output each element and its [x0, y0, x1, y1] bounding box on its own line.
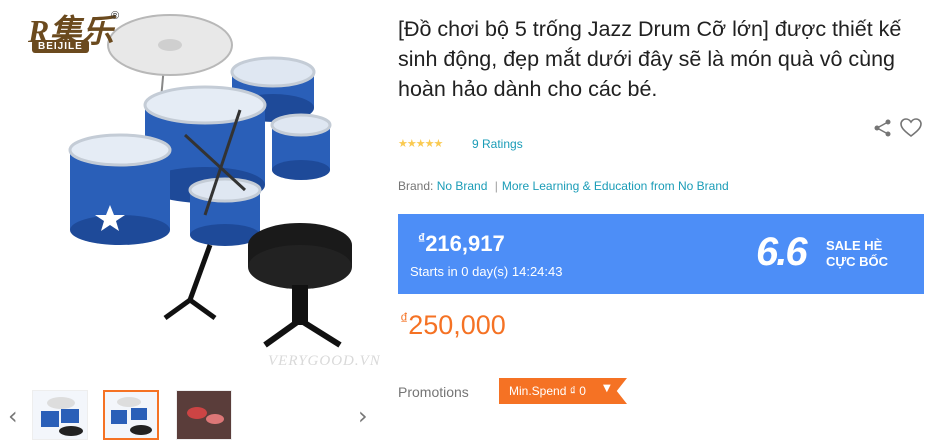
product-gallery: R集乐 BEIJILE ® VERYGOOD.VN ‹ › — [0, 0, 382, 441]
heart-icon[interactable] — [900, 118, 922, 138]
brand-separator: | — [494, 179, 498, 193]
brand-link[interactable]: No Brand — [437, 179, 488, 193]
sale-badge-number: 6.6 — [756, 230, 808, 274]
sale-badge-line2: CỰC BỐC — [826, 254, 889, 269]
thumbnail-1[interactable] — [32, 390, 88, 440]
original-currency: ₫ — [400, 311, 409, 328]
image-watermark: VERYGOOD.VN — [268, 353, 380, 369]
original-price-value: 250,000 — [408, 310, 506, 340]
product-page: R集乐 BEIJILE ® VERYGOOD.VN ‹ › [Đồ chơi b… — [0, 0, 928, 441]
promotions-label: Promotions — [398, 384, 469, 400]
product-info: [Đồ chơi bộ 5 trống Jazz Drum Cỡ lớn] đư… — [398, 0, 928, 441]
share-icon[interactable] — [872, 118, 894, 138]
logo-text: BEIJILE — [32, 40, 89, 53]
product-main-image[interactable]: R集乐 BEIJILE ® VERYGOOD.VN — [10, 0, 380, 380]
flash-sale-price: ₫216,917 — [418, 230, 505, 257]
flash-sale-banner: ₫216,917 Starts in 0 day(s) 14:24:43 6.6… — [398, 214, 924, 294]
brand-label: Brand: — [398, 179, 434, 193]
flash-price-value: 216,917 — [425, 231, 505, 256]
promotion-tag-button[interactable]: Min.Spend ₫ 0 ▼ — [499, 378, 627, 404]
chevron-down-icon: ▼ — [603, 383, 611, 394]
ratings-link[interactable]: 9 Ratings — [472, 137, 523, 151]
thumbnail-image — [111, 397, 152, 435]
thumbnail-2[interactable] — [103, 390, 159, 440]
next-thumbnail-arrow-icon[interactable]: › — [358, 402, 368, 430]
original-price: ₫250,000 — [400, 310, 506, 341]
sale-campaign-badge: 6.6 SALE HÈ CỰC BỐC — [756, 228, 922, 282]
flash-sale-countdown: Starts in 0 day(s) 14:24:43 — [410, 264, 563, 279]
registered-mark: ® — [111, 10, 120, 22]
thumbnail-image — [41, 397, 83, 436]
thumbnail-strip: ‹ › — [0, 388, 382, 441]
product-title: [Đồ chơi bộ 5 trống Jazz Drum Cỡ lớn] đư… — [398, 17, 902, 101]
prev-thumbnail-arrow-icon[interactable]: ‹ — [8, 402, 18, 430]
brand-row: Brand: No Brand | More Learning & Educati… — [398, 179, 729, 193]
thumbnail-3[interactable] — [176, 390, 232, 440]
promotion-tag-text: Min.Spend ₫ 0 — [509, 384, 586, 398]
sale-badge-line1: SALE HÈ — [826, 238, 883, 253]
thumbnail-image — [177, 391, 231, 439]
more-from-brand-link[interactable]: More Learning & Education from No Brand — [502, 179, 729, 193]
rating-stars: ★★★★★ — [398, 138, 443, 150]
